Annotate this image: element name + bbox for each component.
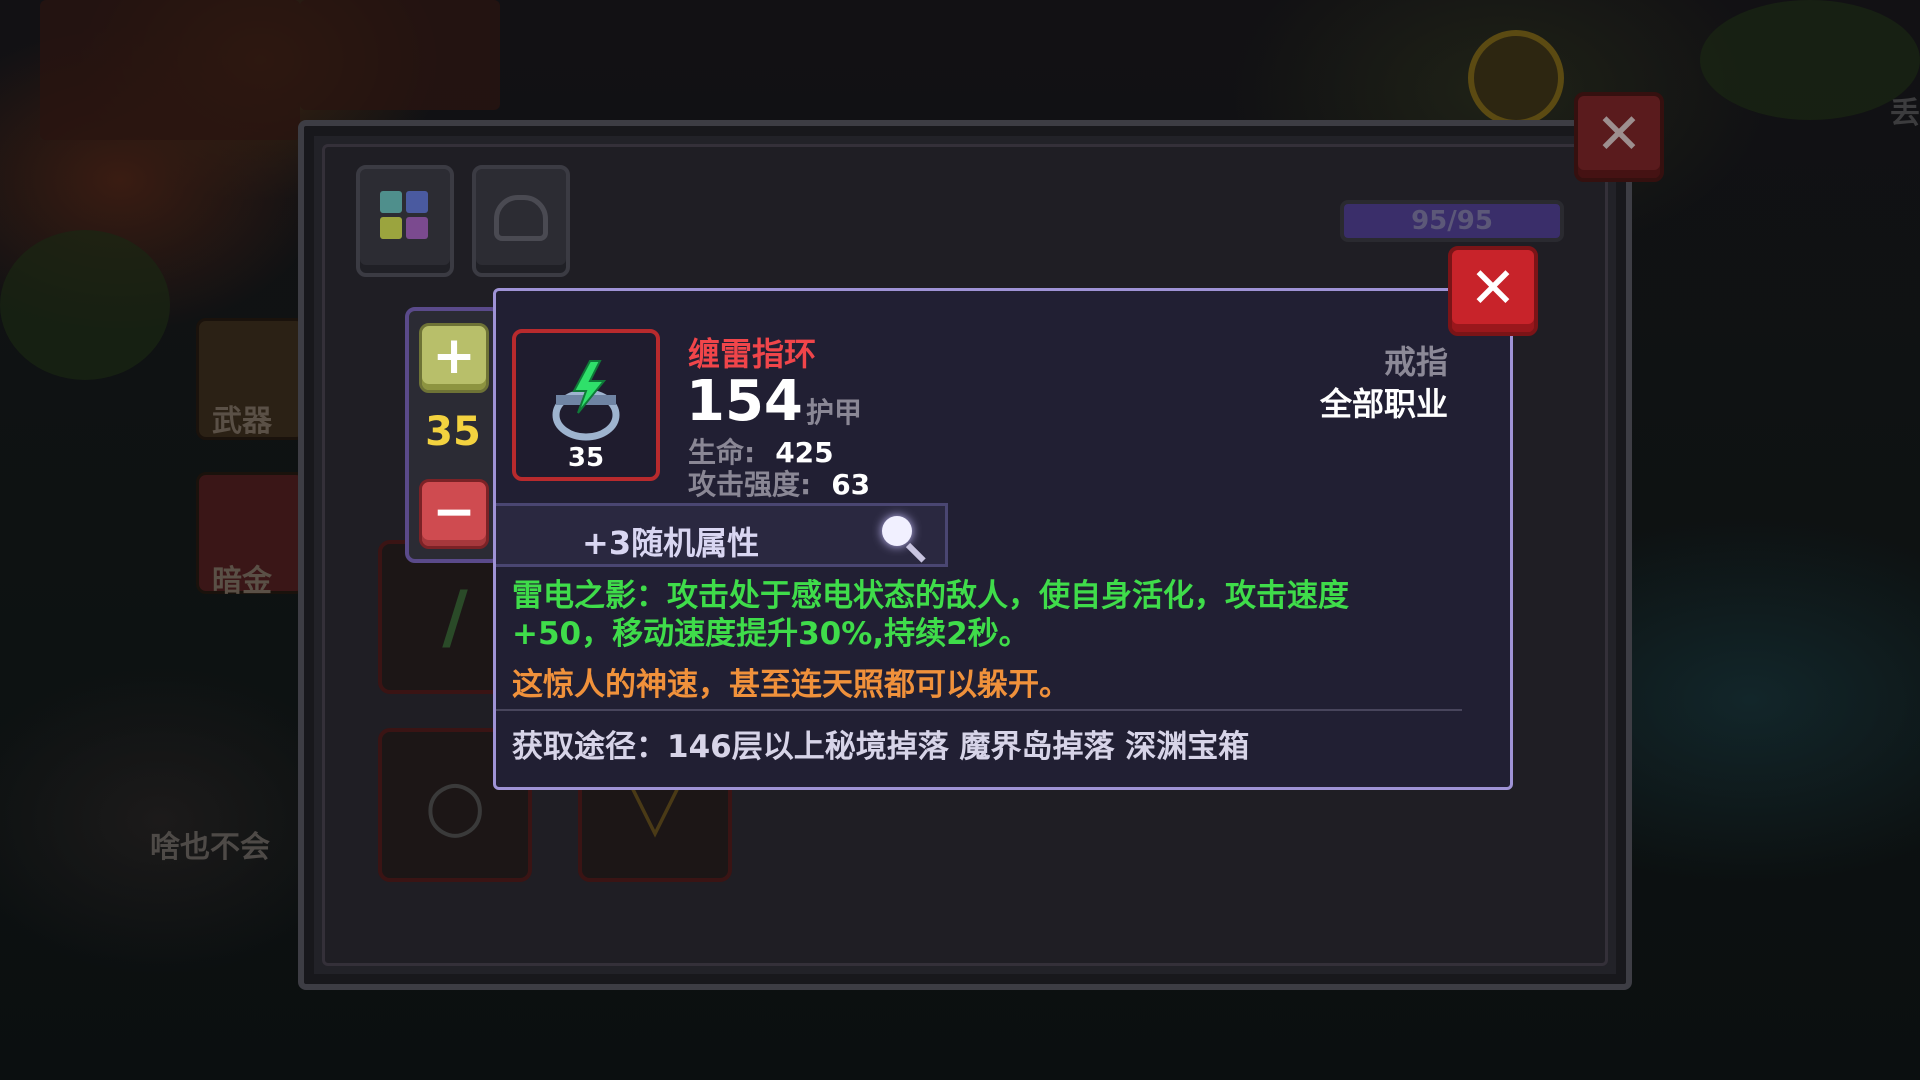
- item-level: 35: [567, 443, 605, 473]
- tab-equipment[interactable]: [472, 165, 570, 277]
- background-caption: 啥也不会: [150, 830, 270, 865]
- close-icon: ✕: [1469, 256, 1517, 321]
- stat-row: 攻击强度: 63: [688, 463, 870, 503]
- side-label-dark-gold: 暗金: [212, 564, 272, 599]
- item-tooltip: 35 缠雷指环 154 护甲 生命: 425 攻击强度: 63 戒指 全部职业 +3…: [493, 288, 1513, 790]
- background-building: [40, 0, 300, 140]
- side-label-weapon: 武器: [212, 404, 272, 439]
- item-effect-line: +50，移动速度提升30%,持续2秒。: [512, 616, 1030, 652]
- item-class: 全部职业: [1319, 385, 1448, 423]
- armor-value: 154: [686, 369, 803, 434]
- capacity-counter: 95/95: [1340, 200, 1564, 242]
- tab-inventory[interactable]: [356, 165, 454, 277]
- close-icon: ✕: [1595, 102, 1643, 167]
- item-type: 戒指: [1383, 343, 1448, 381]
- close-panel-button[interactable]: ✕: [1574, 92, 1664, 182]
- home-icon: [1468, 30, 1564, 126]
- stat-label: 攻击强度:: [688, 468, 812, 501]
- item-source: 获取途径：146层以上秘境掉落 魔界岛掉落 深渊宝箱: [512, 729, 1250, 765]
- plus-icon: +: [432, 326, 476, 386]
- item-effect: 雷电之影：攻击处于感电状态的敌人，使自身活化，攻击速度 +50，移动速度提升30…: [512, 577, 1472, 653]
- grid-icon: [380, 191, 430, 241]
- decrease-button[interactable]: −: [419, 479, 489, 549]
- level-stepper: + 35 −: [405, 307, 501, 563]
- minus-icon: −: [432, 482, 476, 542]
- background-tree: [1700, 0, 1920, 120]
- random-attributes-label: +3随机属性: [582, 524, 760, 562]
- magnify-icon[interactable]: [882, 516, 912, 546]
- random-attributes-bar[interactable]: +3随机属性: [496, 503, 948, 567]
- armor-label: 护甲: [806, 396, 863, 429]
- increase-button[interactable]: +: [419, 323, 489, 393]
- background-tree: [0, 230, 170, 380]
- item-effect-line: 雷电之影：攻击处于感电状态的敌人，使自身活化，攻击速度: [512, 578, 1349, 614]
- background-corner-text: 丢: [1890, 96, 1920, 131]
- item-icon-frame: 35: [512, 329, 660, 481]
- stat-value: 63: [831, 468, 871, 501]
- helmet-icon: [494, 195, 548, 241]
- background-building: [300, 0, 500, 110]
- stepper-value: 35: [425, 409, 481, 455]
- tooltip-divider: [496, 709, 1462, 711]
- item-flavor-text: 这惊人的神速，甚至连天照都可以躲开。: [512, 667, 1070, 703]
- magnify-handle: [905, 542, 926, 563]
- close-tooltip-button[interactable]: ✕: [1448, 246, 1538, 336]
